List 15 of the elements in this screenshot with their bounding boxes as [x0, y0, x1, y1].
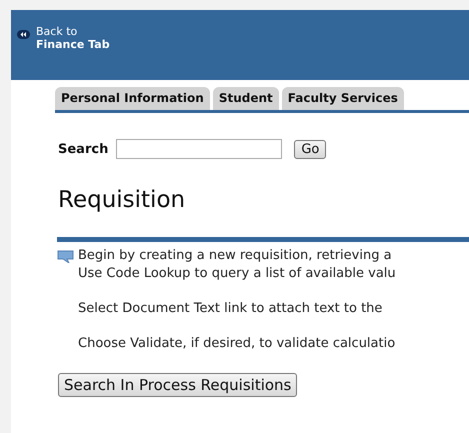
go-button[interactable]: Go	[294, 140, 326, 158]
search-requisitions-button[interactable]: Search In Process Requisitions	[58, 373, 298, 397]
speech-bubble-icon	[57, 250, 74, 263]
nav-tab[interactable]: Student	[212, 87, 279, 110]
search-field[interactable]	[116, 139, 282, 159]
instruction-text: Select Document Text link to attach text to the	[78, 300, 382, 318]
instruction-text: Begin by creating a new requisition, retrieving a	[78, 247, 392, 265]
page-title: Requisition	[58, 187, 186, 213]
nav-tab[interactable]: Personal Information	[55, 87, 210, 110]
instruction-text: Use Code Lookup to query a list of available valu	[78, 265, 396, 283]
instruction-text: Choose Validate, if desired, to validate calculatio	[78, 335, 396, 353]
nav-tab[interactable]: Faculty Services	[282, 87, 404, 110]
search-label: Search	[58, 142, 108, 156]
rewind-icon	[17, 30, 30, 39]
back-link[interactable]: Back to Finance Tab	[17, 25, 110, 51]
